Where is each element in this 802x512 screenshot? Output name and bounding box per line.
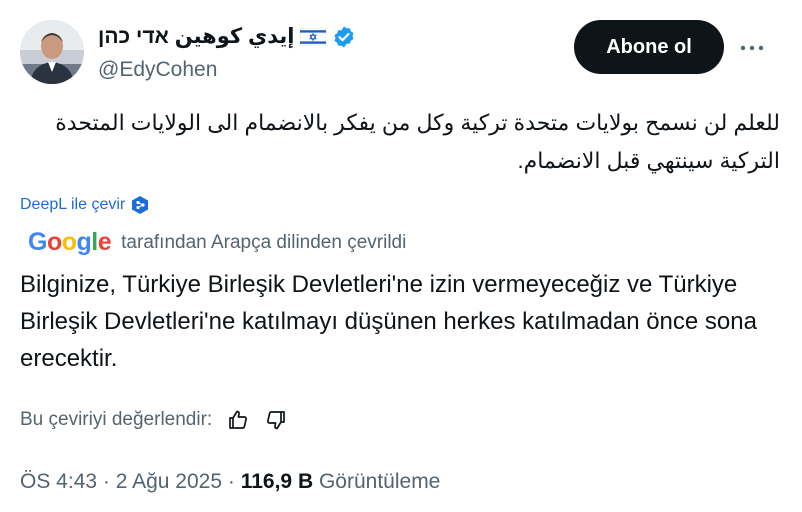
meta-separator: · [102, 470, 110, 493]
avatar-image [20, 20, 84, 84]
author-name-row[interactable]: إيدي كوهين אדי כהן [98, 24, 356, 49]
views-label: Görüntüleme [318, 470, 441, 493]
verified-badge-icon[interactable] [332, 25, 356, 49]
translation-source-row: Google tarafından Arapça dilinden çevril… [28, 228, 406, 257]
google-logo: Google [28, 228, 112, 256]
meta-separator: · [227, 470, 235, 493]
thumbs-up-icon[interactable] [226, 408, 250, 432]
translation-source-note: tarafından Arapça dilinden çevrildi [121, 231, 407, 253]
deepl-label: DeepL ile çevir [20, 196, 126, 213]
rate-translation-row: Bu çeviriyi değerlendir: [20, 408, 288, 432]
translated-text: Bilginize, Türkiye Birleşik Devletleri'n… [20, 271, 757, 372]
tweet-time[interactable]: ÖS 4:43 [20, 470, 97, 493]
deepl-icon [132, 196, 149, 214]
follow-button[interactable]: Abone ol [574, 20, 724, 74]
author-avatar[interactable] [20, 20, 84, 84]
rate-translation-label: Bu çeviriyi değerlendir: [20, 409, 213, 430]
author-handle[interactable]: @EdyCohen [98, 58, 217, 82]
tweet-meta-row: ÖS 4:43 · 2 Ağu 2025 · 116,9 B Görüntüle… [20, 470, 440, 494]
views-count: 116,9 B [240, 470, 314, 493]
deepl-translate-link[interactable]: DeepL ile çevir [20, 195, 149, 215]
author-display-name[interactable]: إيدي كوهين אדי כהן [98, 24, 294, 49]
more-horizontal-icon [740, 45, 764, 51]
more-options-button[interactable] [736, 32, 768, 64]
tweet-date[interactable]: 2 Ağu 2025 [116, 470, 222, 493]
tweet-text: للعلم لن نسمح بولايات متحدة تركية وكل من… [55, 110, 780, 173]
thumbs-down-icon[interactable] [264, 408, 288, 432]
israel-flag-icon [300, 27, 327, 46]
